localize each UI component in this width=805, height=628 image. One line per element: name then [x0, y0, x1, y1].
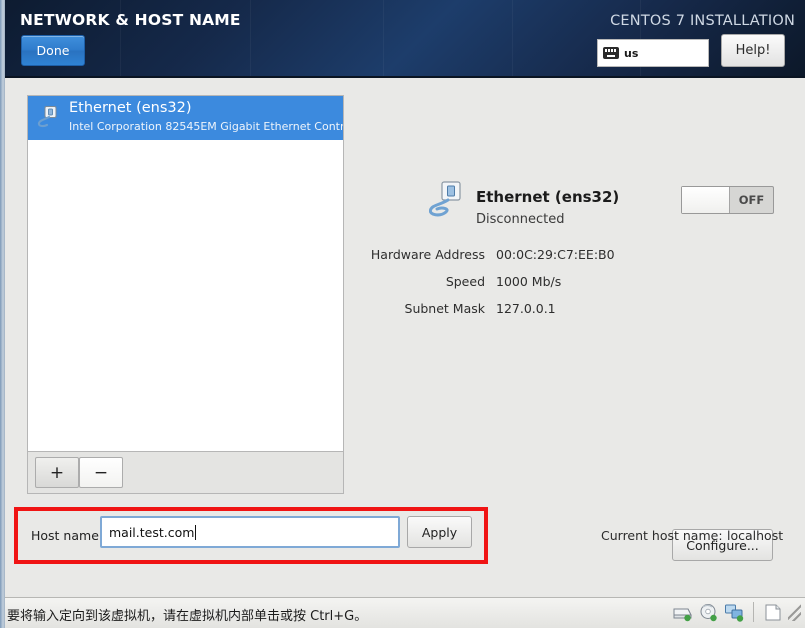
installation-label: CENTOS 7 INSTALLATION: [610, 13, 795, 29]
current-hostname-label: Current host name:: [601, 528, 723, 543]
ethernet-icon: [37, 106, 57, 128]
hostname-input[interactable]: mail.test.com: [100, 516, 400, 548]
detail-row: Hardware Address 00:0C:29:C7:EE:B0: [355, 247, 685, 269]
list-item-description: Intel Corporation 82545EM Gigabit Ethern…: [69, 120, 343, 133]
status-message: 要将输入定向到该虚拟机，请在虚拟机内部单击或按 Ctrl+G。: [7, 609, 368, 624]
interface-detail-name: Ethernet (ens32): [476, 188, 620, 206]
network-interface-list[interactable]: Ethernet (ens32) Intel Corporation 82545…: [27, 95, 344, 452]
centos-installer-screen: NETWORK & HOST NAME CENTOS 7 INSTALLATIO…: [0, 0, 805, 628]
remove-interface-button[interactable]: −: [79, 457, 123, 488]
current-hostname-value: localhost: [727, 528, 784, 543]
vm-tray: [672, 602, 801, 622]
toggle-knob: [682, 187, 730, 213]
resize-grip[interactable]: [788, 603, 801, 621]
list-item[interactable]: Ethernet (ens32) Intel Corporation 82545…: [28, 96, 343, 140]
hardware-address-value: 00:0C:29:C7:EE:B0: [496, 247, 615, 262]
done-button-label: Done: [36, 43, 70, 58]
detail-row: Speed 1000 Mb/s: [355, 274, 685, 296]
hardware-address-label: Hardware Address: [370, 247, 485, 262]
subnet-mask-label: Subnet Mask: [404, 301, 485, 316]
help-button[interactable]: Help!: [721, 34, 785, 67]
ethernet-icon: [429, 181, 461, 217]
keyboard-icon: [603, 47, 619, 59]
network-adapter-icon[interactable]: [724, 603, 745, 622]
harddisk-icon[interactable]: [672, 603, 693, 622]
done-button[interactable]: Done: [21, 35, 85, 66]
subnet-mask-value: 127.0.0.1: [496, 301, 556, 316]
vm-status-bar: 要将输入定向到该虚拟机，请在虚拟机内部单击或按 Ctrl+G。: [0, 597, 805, 628]
cdrom-icon[interactable]: [698, 603, 719, 622]
apply-button-label: Apply: [421, 524, 458, 540]
tray-separator: [753, 602, 754, 622]
vm-window-left-edge: [0, 0, 5, 628]
speed-label: Speed: [445, 274, 485, 289]
hostname-label: Host name:: [31, 528, 104, 543]
keyboard-layout-label: us: [624, 46, 639, 60]
document-icon[interactable]: [762, 603, 783, 622]
remove-interface-label: −: [93, 462, 109, 483]
add-interface-button[interactable]: +: [35, 457, 79, 488]
add-interface-label: +: [49, 462, 65, 483]
toggle-state-label: OFF: [738, 193, 765, 207]
installer-header: NETWORK & HOST NAME CENTOS 7 INSTALLATIO…: [0, 0, 805, 78]
interface-detail-status: Disconnected: [476, 212, 565, 227]
list-item-name: Ethernet (ens32): [69, 100, 192, 116]
interface-list-toolbar: + −: [27, 452, 344, 494]
text-caret: [195, 524, 197, 540]
keyboard-layout-indicator[interactable]: us: [597, 39, 709, 67]
speed-value: 1000 Mb/s: [496, 274, 562, 289]
apply-button[interactable]: Apply: [407, 516, 472, 548]
interface-power-toggle[interactable]: OFF: [681, 186, 774, 214]
help-button-label: Help!: [735, 43, 771, 58]
hostname-input-value: mail.test.com: [109, 524, 195, 540]
detail-row: Subnet Mask 127.0.0.1: [355, 301, 685, 323]
page-title: NETWORK & HOST NAME: [20, 11, 241, 29]
installer-body: Ethernet (ens32) Intel Corporation 82545…: [5, 78, 805, 595]
